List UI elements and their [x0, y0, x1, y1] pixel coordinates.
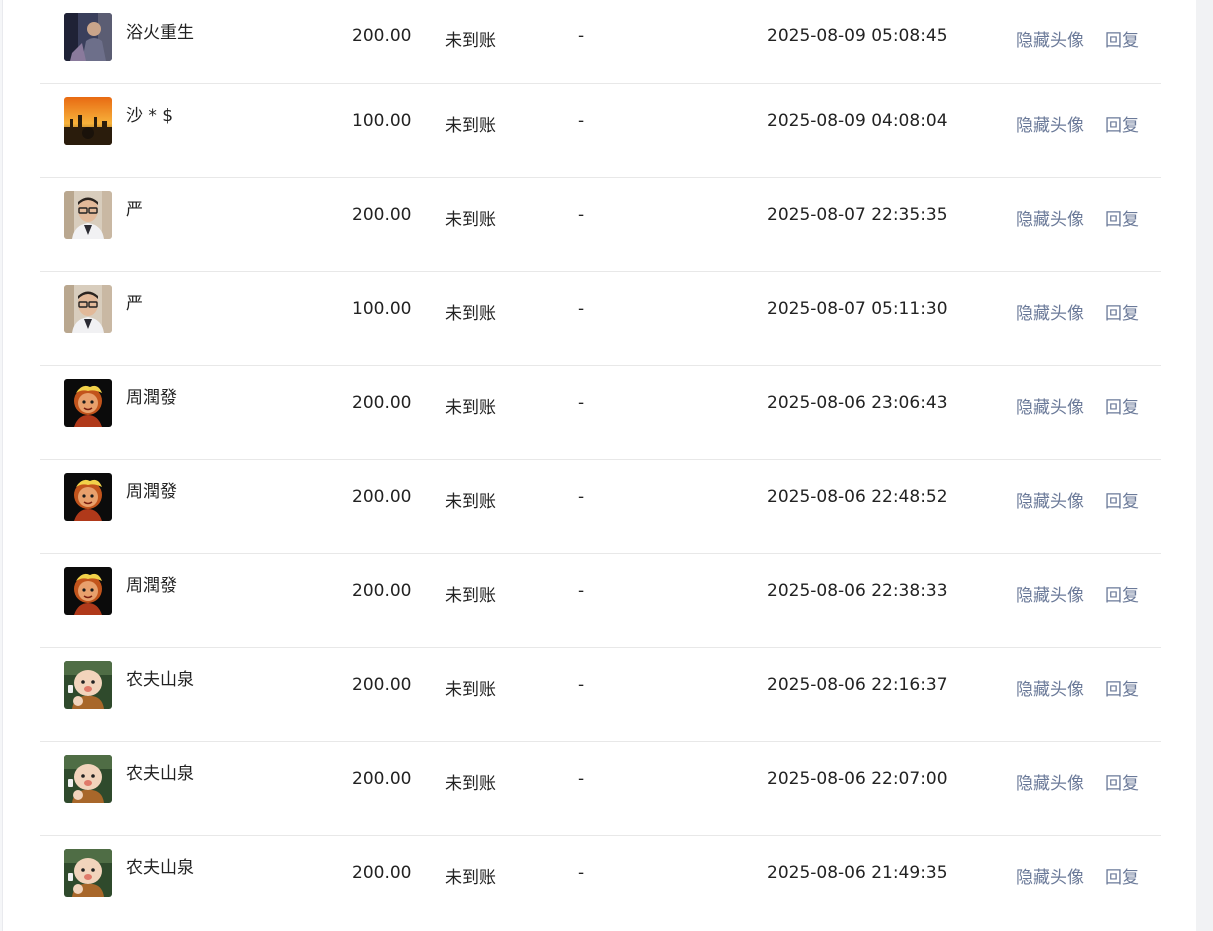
status-text: 未到账 — [445, 586, 496, 606]
remark: - — [578, 205, 585, 225]
amount: 200.00 — [352, 675, 412, 695]
hide-avatar-link[interactable]: 隐藏头像 — [1016, 487, 1084, 512]
reply-link[interactable]: 回复 — [1105, 111, 1139, 136]
reply-link[interactable]: 回复 — [1105, 769, 1139, 794]
timestamp: 2025-08-09 04:08:04 — [767, 111, 948, 131]
avatar-user-purple-portrait — [64, 13, 112, 61]
hide-avatar-link[interactable]: 隐藏头像 — [1016, 863, 1084, 888]
reply-link[interactable]: 回复 — [1105, 299, 1139, 324]
status-text: 未到账 — [445, 492, 496, 512]
status-text: 未到账 — [445, 210, 496, 230]
reply-link[interactable]: 回复 — [1105, 675, 1139, 700]
amount: 100.00 — [352, 299, 412, 319]
status-text: 未到账 — [445, 774, 496, 794]
reply-link[interactable]: 回复 — [1105, 205, 1139, 230]
record-row: 周潤發 200.00 未到账 - 2025-08-06 22:38:33 隐藏头… — [40, 554, 1161, 648]
timestamp: 2025-08-06 22:38:33 — [767, 581, 948, 601]
user-name: 严 — [126, 294, 143, 314]
content-panel: 浴火重生 200.00 未到账 - 2025-08-09 05:08:45 隐藏… — [2, 0, 1197, 931]
hide-avatar-link[interactable]: 隐藏头像 — [1016, 111, 1084, 136]
avatar-man-glasses — [64, 285, 112, 333]
remark: - — [578, 863, 585, 883]
hide-avatar-link[interactable]: 隐藏头像 — [1016, 26, 1084, 51]
scrollbar-track[interactable] — [1196, 0, 1213, 931]
amount: 200.00 — [352, 863, 412, 883]
status-text: 未到账 — [445, 868, 496, 888]
remark: - — [578, 393, 585, 413]
hide-avatar-link[interactable]: 隐藏头像 — [1016, 205, 1084, 230]
user-name: 严 — [126, 200, 143, 220]
amount: 200.00 — [352, 769, 412, 789]
reply-link[interactable]: 回复 — [1105, 26, 1139, 51]
remark: - — [578, 487, 585, 507]
hide-avatar-link[interactable]: 隐藏头像 — [1016, 299, 1084, 324]
remark: - — [578, 581, 585, 601]
amount: 200.00 — [352, 205, 412, 225]
user-name: 周潤發 — [126, 388, 177, 408]
timestamp: 2025-08-06 22:07:00 — [767, 769, 948, 789]
reply-link[interactable]: 回复 — [1105, 487, 1139, 512]
avatar-fiery-portrait — [64, 379, 112, 427]
reply-link[interactable]: 回复 — [1105, 581, 1139, 606]
avatar-cartoon-baby-monk — [64, 755, 112, 803]
record-row: 农夫山泉 200.00 未到账 - 2025-08-06 22:16:37 隐藏… — [40, 648, 1161, 742]
user-name: 周潤發 — [126, 576, 177, 596]
user-name: 农夫山泉 — [126, 670, 194, 690]
avatar-fiery-portrait — [64, 473, 112, 521]
amount: 200.00 — [352, 26, 412, 46]
avatar-cartoon-baby-monk — [64, 849, 112, 897]
record-row: 农夫山泉 200.00 未到账 - 2025-08-06 22:07:00 隐藏… — [40, 742, 1161, 836]
avatar-sunset-silhouette — [64, 97, 112, 145]
remark: - — [578, 675, 585, 695]
record-row: 农夫山泉 200.00 未到账 - 2025-08-06 21:49:35 隐藏… — [40, 836, 1161, 929]
hide-avatar-link[interactable]: 隐藏头像 — [1016, 675, 1084, 700]
timestamp: 2025-08-07 05:11:30 — [767, 299, 948, 319]
reply-link[interactable]: 回复 — [1105, 863, 1139, 888]
timestamp: 2025-08-06 22:16:37 — [767, 675, 948, 695]
remark: - — [578, 26, 585, 46]
record-row: 沙 * $ 100.00 未到账 - 2025-08-09 04:08:04 隐… — [40, 84, 1161, 178]
remark: - — [578, 299, 585, 319]
remark: - — [578, 769, 585, 789]
hide-avatar-link[interactable]: 隐藏头像 — [1016, 393, 1084, 418]
status-text: 未到账 — [445, 398, 496, 418]
reply-link[interactable]: 回复 — [1105, 393, 1139, 418]
user-name: 农夫山泉 — [126, 764, 194, 784]
record-row: 浴火重生 200.00 未到账 - 2025-08-09 05:08:45 隐藏… — [40, 0, 1161, 84]
status-text: 未到账 — [445, 304, 496, 324]
hide-avatar-link[interactable]: 隐藏头像 — [1016, 769, 1084, 794]
avatar-cartoon-baby-monk — [64, 661, 112, 709]
status-text: 未到账 — [445, 116, 496, 136]
timestamp: 2025-08-06 21:49:35 — [767, 863, 948, 883]
status-text: 未到账 — [445, 680, 496, 700]
amount: 100.00 — [352, 111, 412, 131]
record-row: 周潤發 200.00 未到账 - 2025-08-06 22:48:52 隐藏头… — [40, 460, 1161, 554]
amount: 200.00 — [352, 581, 412, 601]
record-list: 浴火重生 200.00 未到账 - 2025-08-09 05:08:45 隐藏… — [40, 0, 1161, 929]
avatar-man-glasses — [64, 191, 112, 239]
amount: 200.00 — [352, 393, 412, 413]
user-name: 浴火重生 — [126, 23, 194, 43]
status-text: 未到账 — [445, 31, 496, 51]
timestamp: 2025-08-06 22:48:52 — [767, 487, 948, 507]
user-name: 周潤發 — [126, 482, 177, 502]
hide-avatar-link[interactable]: 隐藏头像 — [1016, 581, 1084, 606]
avatar-fiery-portrait — [64, 567, 112, 615]
timestamp: 2025-08-06 23:06:43 — [767, 393, 948, 413]
record-row: 严 100.00 未到账 - 2025-08-07 05:11:30 隐藏头像 … — [40, 272, 1161, 366]
user-name: 沙 * $ — [126, 106, 174, 126]
user-name: 农夫山泉 — [126, 858, 194, 878]
amount: 200.00 — [352, 487, 412, 507]
timestamp: 2025-08-07 22:35:35 — [767, 205, 948, 225]
remark: - — [578, 111, 585, 131]
record-row: 周潤發 200.00 未到账 - 2025-08-06 23:06:43 隐藏头… — [40, 366, 1161, 460]
timestamp: 2025-08-09 05:08:45 — [767, 26, 948, 46]
record-row: 严 200.00 未到账 - 2025-08-07 22:35:35 隐藏头像 … — [40, 178, 1161, 272]
